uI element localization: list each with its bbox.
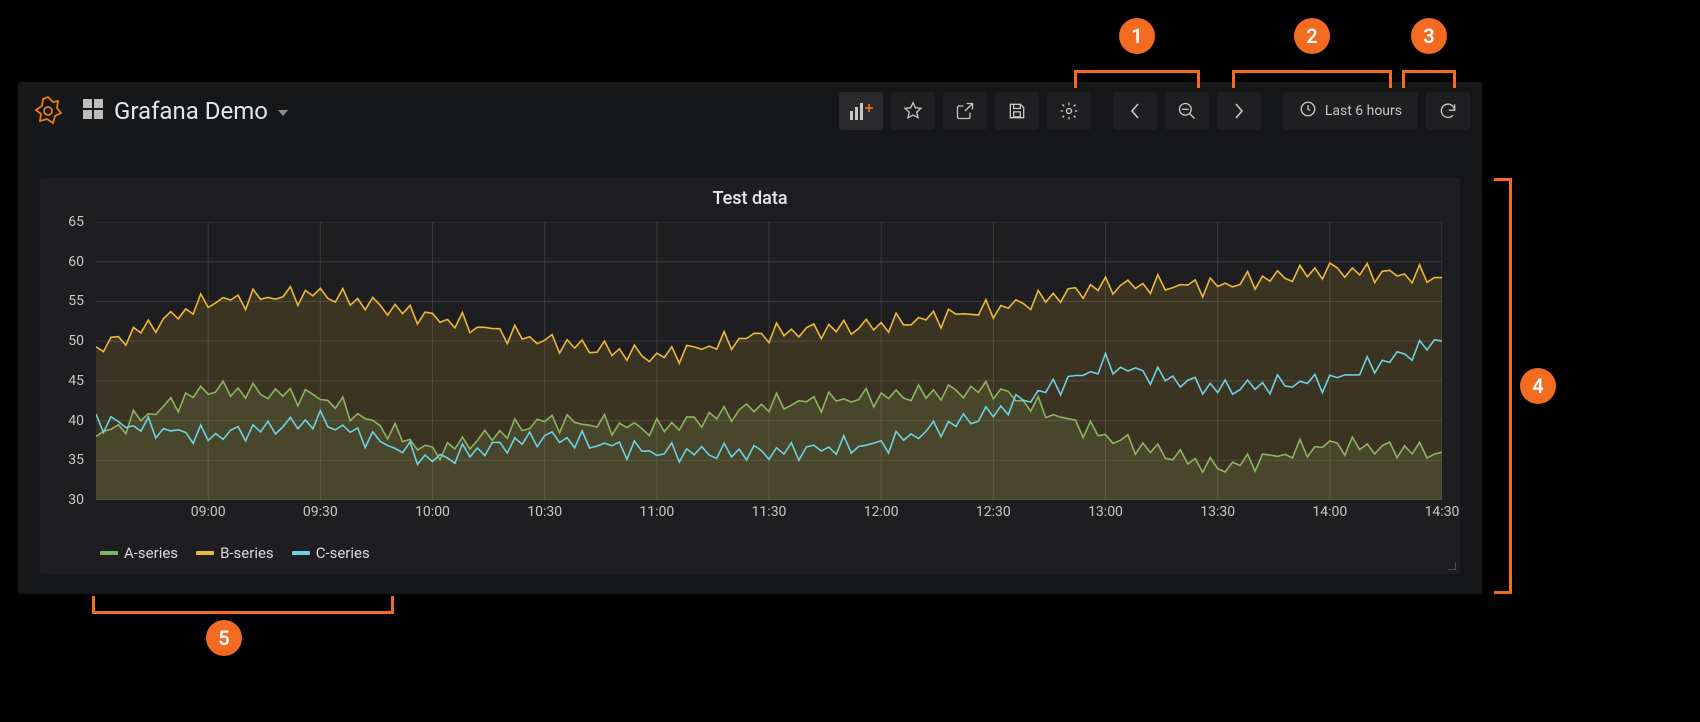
legend-label: A-series — [124, 544, 178, 562]
legend-swatch — [196, 551, 214, 555]
chevron-down-icon — [278, 110, 288, 116]
timerange-label: Last 6 hours — [1325, 103, 1402, 119]
x-tick-label: 11:30 — [752, 504, 787, 520]
x-tick-label: 10:30 — [527, 504, 562, 520]
y-tick-label: 40 — [68, 413, 84, 429]
annotation-callout-2: 2 — [1294, 18, 1330, 54]
annotation-callout-1: 1 — [1119, 18, 1155, 54]
y-axis: 3035404550556065 — [40, 222, 90, 500]
panel-title: Test data — [40, 178, 1460, 213]
y-tick-label: 50 — [68, 333, 84, 349]
x-tick-label: 10:00 — [415, 504, 450, 520]
annotation-bracket-1 — [1074, 70, 1200, 88]
legend-swatch — [100, 551, 118, 555]
dashboard-toolbar: Grafana Demo — [18, 82, 1482, 140]
annotation-bracket-4 — [1494, 178, 1512, 594]
legend-item[interactable]: B-series — [196, 544, 274, 562]
legend-item[interactable]: C-series — [292, 544, 370, 562]
dashboard-grid-icon — [82, 98, 104, 124]
x-tick-label: 14:30 — [1425, 504, 1460, 520]
x-tick-label: 14:00 — [1312, 504, 1347, 520]
dashboard-title: Grafana Demo — [114, 97, 268, 125]
x-tick-label: 12:30 — [976, 504, 1011, 520]
graph-panel[interactable]: Test data 30 35 40 45 50 55 60 65 09:00 09:30 10:… — [40, 178, 1460, 574]
add-panel-button[interactable] — [839, 92, 883, 130]
annotation-bracket-2 — [1232, 70, 1392, 88]
grafana-logo-icon[interactable] — [30, 93, 66, 129]
y-tick-label: 45 — [68, 373, 84, 389]
legend-item[interactable]: A-series — [100, 544, 178, 562]
legend-label: B-series — [220, 544, 274, 562]
legend-label: C-series — [316, 544, 370, 562]
x-tick-label: 12:00 — [864, 504, 899, 520]
refresh-button[interactable] — [1426, 92, 1470, 130]
dashboard-picker-button[interactable]: Grafana Demo — [74, 93, 296, 129]
annotation-callout-3: 3 — [1411, 18, 1447, 54]
y-tick-label: 30 — [68, 492, 84, 508]
y-tick-label: 65 — [68, 214, 84, 230]
grafana-app: Grafana Demo — [18, 82, 1482, 594]
y-tick-label: 55 — [68, 293, 84, 309]
clock-icon — [1299, 100, 1317, 122]
x-axis: 09:00 09:30 10:00 10:30 11:00 11:30 12:00 12:30… — [96, 504, 1442, 524]
timerange-picker-button[interactable]: Last 6 hours — [1283, 92, 1418, 130]
annotation-bracket-3 — [1402, 70, 1456, 88]
panel-resize-handle[interactable] — [1446, 560, 1456, 570]
x-tick-label: 13:00 — [1088, 504, 1123, 520]
legend-swatch — [292, 551, 310, 555]
plot-area[interactable] — [96, 222, 1442, 500]
timerange-back-button[interactable] — [1113, 92, 1157, 130]
dashboard-settings-button[interactable] — [1047, 92, 1091, 130]
x-tick-label: 09:30 — [303, 504, 338, 520]
annotation-callout-5: 5 — [206, 620, 242, 656]
y-tick-label: 60 — [68, 254, 84, 270]
x-tick-label: 13:30 — [1200, 504, 1235, 520]
legend: A-series B-series C-series — [100, 544, 370, 562]
annotation-callout-4: 4 — [1520, 368, 1556, 404]
save-dashboard-button[interactable] — [995, 92, 1039, 130]
share-dashboard-button[interactable] — [943, 92, 987, 130]
star-dashboard-button[interactable] — [891, 92, 935, 130]
y-tick-label: 35 — [68, 452, 84, 468]
timerange-forward-button[interactable] — [1217, 92, 1261, 130]
zoom-out-button[interactable] — [1165, 92, 1209, 130]
annotation-bracket-5 — [92, 596, 394, 614]
x-tick-label: 11:00 — [639, 504, 674, 520]
x-tick-label: 09:00 — [191, 504, 226, 520]
